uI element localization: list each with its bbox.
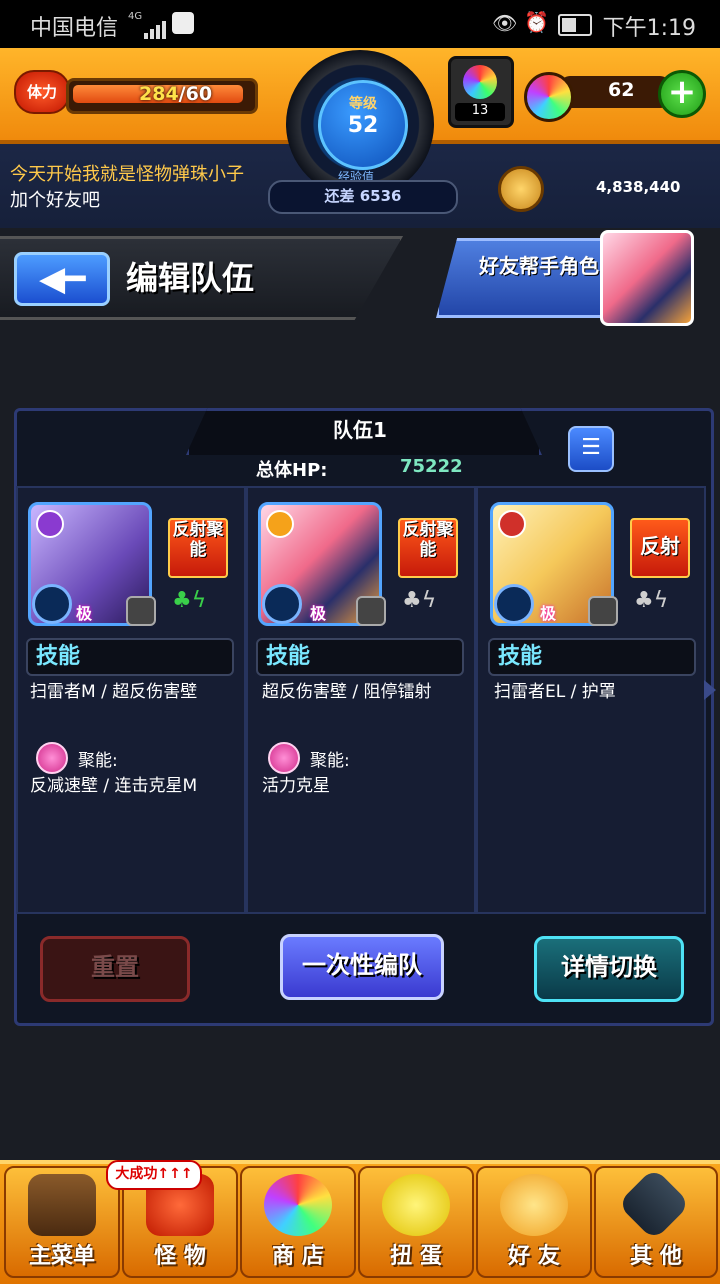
eye-icon: 👁 bbox=[492, 11, 518, 35]
ability-badge: 反射聚能 bbox=[168, 518, 228, 578]
back-button[interactable]: ◀━ bbox=[14, 252, 110, 306]
nav-gacha[interactable]: 扭 蛋 bbox=[358, 1166, 474, 1278]
skill-header: 技能 bbox=[26, 638, 234, 676]
nav-label: 怪 物 bbox=[154, 1244, 206, 1269]
exp-remaining: 还差 6536 bbox=[268, 180, 458, 214]
nav-main-menu[interactable]: 主菜单 bbox=[4, 1166, 120, 1278]
egg-icon bbox=[382, 1174, 450, 1236]
gauge-icon bbox=[262, 584, 302, 624]
stamina-text: 284/60 bbox=[139, 83, 212, 105]
ability-badge: 反射 bbox=[630, 518, 690, 578]
helper-portrait[interactable] bbox=[600, 230, 694, 326]
nav-label: 其 他 bbox=[630, 1244, 682, 1269]
nav-label: 商 店 bbox=[272, 1244, 324, 1269]
battery-icon bbox=[558, 14, 592, 36]
nav-label: 扭 蛋 bbox=[390, 1244, 442, 1269]
gauge-icon bbox=[494, 584, 534, 624]
team-list-button[interactable]: ☰ bbox=[568, 426, 614, 472]
nav-other[interactable]: 其 他 bbox=[594, 1166, 718, 1278]
nav-friends[interactable]: 好 友 bbox=[476, 1166, 592, 1278]
element-icon bbox=[36, 510, 64, 538]
gem-icon bbox=[524, 72, 574, 122]
level-value: 52 bbox=[347, 113, 379, 138]
other-icon bbox=[617, 1167, 691, 1241]
friends-icon bbox=[500, 1174, 568, 1236]
skill-header: 技能 bbox=[256, 638, 464, 676]
strike-shot-label: 聚能: bbox=[78, 751, 118, 771]
friend-helper-label: 好友帮手角色 bbox=[479, 254, 599, 278]
strike-shot-icon bbox=[268, 742, 300, 774]
coin-amount: 4,838,440 bbox=[596, 178, 681, 196]
skill-text: 扫雷者M / 超反伤害壁 bbox=[30, 682, 198, 702]
total-hp-value: 75222 bbox=[400, 456, 463, 477]
total-hp-label: 总体HP: bbox=[256, 460, 328, 481]
stamina-max: /60 bbox=[178, 83, 213, 105]
lock-icon[interactable] bbox=[126, 596, 156, 626]
level-badge[interactable]: 等级 52 bbox=[318, 80, 408, 170]
lock-icon[interactable] bbox=[588, 596, 618, 626]
reset-button[interactable]: 重置 bbox=[40, 936, 190, 1002]
element-icon bbox=[266, 510, 294, 538]
friend-helper-button[interactable]: 好友帮手角色 bbox=[436, 238, 612, 318]
nav-shop[interactable]: 商 店 bbox=[240, 1166, 356, 1278]
rank-badge: 极 bbox=[310, 604, 327, 623]
stamina-bar[interactable]: 284/60 bbox=[66, 78, 258, 114]
skill-header: 技能 bbox=[488, 638, 696, 676]
team-name: 队伍1 bbox=[333, 418, 387, 442]
page-title: 编辑队伍 bbox=[126, 259, 255, 297]
rank-badge: 极 bbox=[76, 604, 93, 623]
alarm-icon: ⏰ bbox=[524, 10, 549, 34]
marquee-line-1: 今天开始我就是怪物弹珠小子 bbox=[10, 164, 244, 185]
skill-text: 超反伤害壁 / 阻停镭射 bbox=[262, 682, 432, 702]
status-bar: 中国电信 4G 👁 ⏰ 下午1:19 bbox=[0, 0, 720, 48]
orb-counter[interactable]: 13 bbox=[448, 56, 514, 128]
coin-icon bbox=[498, 166, 544, 212]
carrier-name: 中国电信 bbox=[30, 16, 119, 41]
back-arrow-icon: ◀━ bbox=[39, 259, 86, 299]
stamina-current: 284 bbox=[139, 83, 179, 105]
orb-icon bbox=[264, 1174, 332, 1236]
orb-count: 13 bbox=[455, 103, 505, 121]
castle-icon bbox=[28, 1174, 96, 1236]
one-time-formation-button[interactable]: 一次性编队 bbox=[280, 934, 444, 1000]
success-badge: 大成功↑↑↑ bbox=[106, 1160, 202, 1190]
network-type: 4G bbox=[128, 11, 143, 22]
nav-label: 主菜单 bbox=[28, 1244, 95, 1269]
clover-lightning-icon: ♣ϟ bbox=[402, 588, 437, 613]
next-page-arrow-icon[interactable] bbox=[704, 680, 716, 700]
clock: 下午1:19 bbox=[602, 16, 696, 41]
strike-shot-text: 活力克星 bbox=[262, 776, 330, 796]
marquee-line-2: 加个好友吧 bbox=[10, 190, 100, 211]
level-label: 等级 bbox=[349, 96, 377, 112]
clover-lightning-icon: ♣ϟ bbox=[634, 588, 669, 613]
clover-lightning-icon: ♣ϟ bbox=[172, 588, 207, 613]
orb-icon bbox=[463, 65, 497, 99]
strike-shot-label: 聚能: bbox=[310, 751, 350, 771]
skill-text: 扫雷者EL / 护罩 bbox=[494, 682, 616, 702]
nav-label: 好 友 bbox=[508, 1244, 560, 1269]
element-icon bbox=[498, 510, 526, 538]
ability-badge: 反射聚能 bbox=[398, 518, 458, 578]
signal-icon bbox=[144, 14, 168, 39]
add-gem-button[interactable]: + bbox=[658, 70, 706, 118]
detail-switch-button[interactable]: 详情切换 bbox=[534, 936, 684, 1002]
rank-badge: 极 bbox=[540, 604, 557, 623]
strike-shot-icon bbox=[36, 742, 68, 774]
lock-icon[interactable] bbox=[356, 596, 386, 626]
gem-count: 62 bbox=[608, 79, 635, 101]
strike-shot-text: 反减速壁 / 连击克星M bbox=[30, 776, 198, 796]
gauge-icon bbox=[32, 584, 72, 624]
stamina-icon: 体力 bbox=[14, 70, 70, 114]
app-notification-icon bbox=[172, 12, 194, 34]
